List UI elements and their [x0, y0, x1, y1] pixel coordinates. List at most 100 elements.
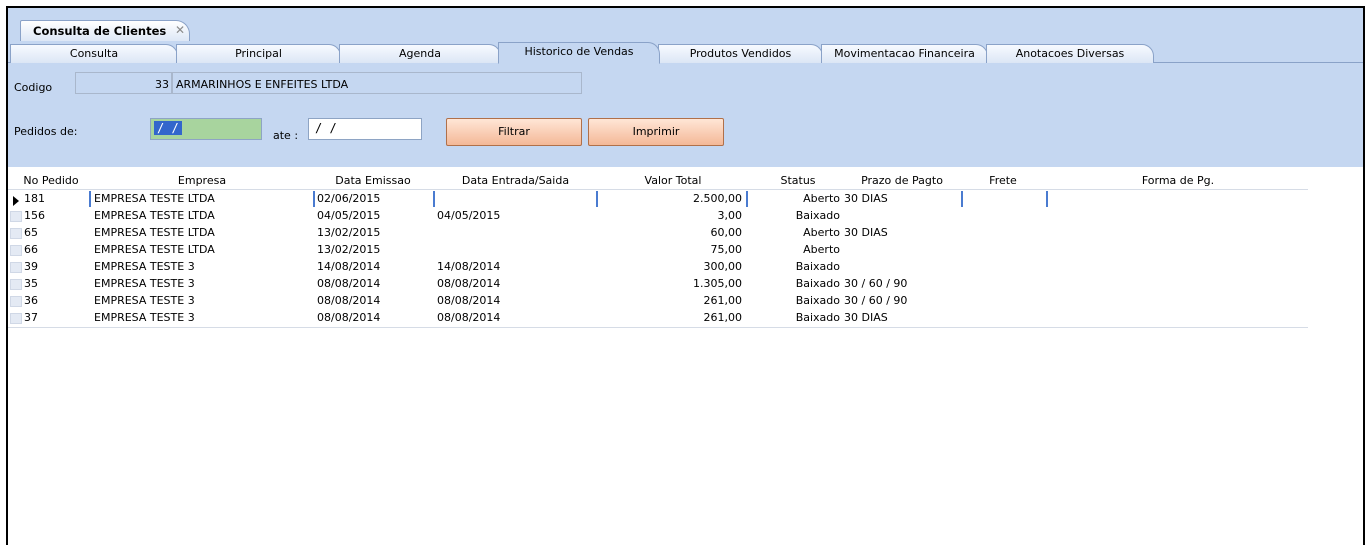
- cell-status: Baixado: [795, 311, 840, 324]
- codigo-value: 33: [155, 78, 169, 91]
- cell-pedido: 36: [24, 294, 38, 307]
- cliente-nome-value: ARMARINHOS E ENFEITES LTDA: [176, 78, 349, 91]
- column-header-prazo-pagto[interactable]: Prazo de Pagto: [842, 174, 962, 187]
- grid-header: No Pedido Empresa Data Emissao Data Entr…: [8, 172, 1308, 190]
- cell-prazo: 30 / 60 / 90: [844, 277, 908, 290]
- cell-valor: 2.500,00: [693, 192, 742, 205]
- cell-status: Aberto: [803, 192, 840, 205]
- window-frame: Consulta de Clientes ✕ Consulta Principa…: [6, 6, 1365, 545]
- cell-emissao: 08/08/2014: [317, 311, 381, 324]
- cell-divider: [1046, 191, 1048, 207]
- cell-empresa: EMPRESA TESTE LTDA: [94, 226, 215, 239]
- table-row[interactable]: 65 EMPRESA TESTE LTDA 13/02/2015 60,00 A…: [8, 225, 1308, 242]
- cell-divider: [433, 191, 435, 207]
- filtrar-button[interactable]: Filtrar: [446, 118, 582, 146]
- cell-divider: [746, 191, 748, 207]
- tab-strip: Consulta Principal Agenda Produtos Vendi…: [8, 41, 1363, 64]
- pedidos-de-value: / /: [154, 121, 182, 135]
- cell-valor: 300,00: [703, 260, 743, 273]
- cell-empresa: EMPRESA TESTE LTDA: [94, 209, 215, 222]
- cell-entrada: 08/08/2014: [437, 294, 501, 307]
- row-indicator: [10, 279, 22, 290]
- cell-emissao: 13/02/2015: [317, 243, 381, 256]
- tab-consulta[interactable]: Consulta: [10, 44, 178, 63]
- header-panel: Consulta de Clientes ✕ Consulta Principa…: [8, 8, 1363, 167]
- imprimir-button[interactable]: Imprimir: [588, 118, 724, 146]
- table-row[interactable]: 156 EMPRESA TESTE LTDA 04/05/2015 04/05/…: [8, 208, 1308, 225]
- row-indicator: [10, 194, 22, 206]
- column-header-data-emissao[interactable]: Data Emissao: [313, 174, 433, 187]
- cell-emissao: 13/02/2015: [317, 226, 381, 239]
- cell-valor: 75,00: [710, 243, 743, 256]
- cell-status: Aberto: [803, 226, 840, 239]
- cell-pedido: 66: [24, 243, 38, 256]
- cell-divider: [961, 191, 963, 207]
- cell-prazo: 30 DIAS: [844, 311, 888, 324]
- table-row[interactable]: 37 EMPRESA TESTE 3 08/08/2014 08/08/2014…: [8, 310, 1308, 327]
- cell-valor: 261,00: [703, 311, 743, 324]
- grid-bottom-line: [8, 327, 1308, 328]
- cell-emissao: 02/06/2015: [317, 192, 381, 205]
- cell-emissao: 04/05/2015: [317, 209, 381, 222]
- codigo-label: Codigo: [14, 81, 53, 94]
- row-indicator: [10, 245, 22, 256]
- tab-produtos-vendidos[interactable]: Produtos Vendidos: [658, 44, 823, 63]
- tab-principal[interactable]: Principal: [176, 44, 341, 63]
- cell-divider: [313, 191, 315, 207]
- cell-entrada: 08/08/2014: [437, 277, 501, 290]
- pedidos-de-input[interactable]: / /: [150, 118, 262, 140]
- table-row[interactable]: 181 EMPRESA TESTE LTDA 02/06/2015 2.500,…: [8, 191, 1308, 208]
- table-row[interactable]: 66 EMPRESA TESTE LTDA 13/02/2015 75,00 A…: [8, 242, 1308, 259]
- column-header-status[interactable]: Status: [756, 174, 840, 187]
- cell-valor: 3,00: [717, 209, 743, 222]
- cell-status: Baixado: [795, 260, 840, 273]
- tab-historico-de-vendas[interactable]: Historico de Vendas: [498, 42, 660, 64]
- table-row[interactable]: 35 EMPRESA TESTE 3 08/08/2014 08/08/2014…: [8, 276, 1308, 293]
- cell-emissao: 14/08/2014: [317, 260, 381, 273]
- row-indicator: [10, 313, 22, 324]
- cell-pedido: 181: [24, 192, 45, 205]
- tab-agenda[interactable]: Agenda: [339, 44, 501, 63]
- cell-status: Baixado: [795, 277, 840, 290]
- column-header-frete[interactable]: Frete: [963, 174, 1043, 187]
- cell-pedido: 156: [24, 209, 45, 222]
- cell-emissao: 08/08/2014: [317, 294, 381, 307]
- ate-input[interactable]: / /: [308, 118, 422, 140]
- cell-valor: 60,00: [710, 226, 743, 239]
- column-header-forma-pg[interactable]: Forma de Pg.: [1048, 174, 1308, 187]
- column-header-data-entrada-saida[interactable]: Data Entrada/Saida: [433, 174, 598, 187]
- cell-valor: 1.305,00: [693, 277, 742, 290]
- cell-pedido: 37: [24, 311, 38, 324]
- tab-anotacoes-diversas[interactable]: Anotacoes Diversas: [986, 44, 1154, 63]
- row-indicator: [10, 228, 22, 239]
- cell-empresa: EMPRESA TESTE 3: [94, 294, 195, 307]
- table-row[interactable]: 36 EMPRESA TESTE 3 08/08/2014 08/08/2014…: [8, 293, 1308, 310]
- cell-prazo: 30 DIAS: [844, 192, 888, 205]
- cell-empresa: EMPRESA TESTE 3: [94, 260, 195, 273]
- current-row-arrow-icon: [13, 196, 19, 206]
- cell-empresa: EMPRESA TESTE LTDA: [94, 192, 215, 205]
- cell-valor: 261,00: [703, 294, 743, 307]
- cell-pedido: 39: [24, 260, 38, 273]
- column-header-valor-total[interactable]: Valor Total: [598, 174, 748, 187]
- row-indicator: [10, 262, 22, 273]
- column-header-no-pedido[interactable]: No Pedido: [16, 174, 86, 187]
- ate-label: ate :: [273, 129, 299, 142]
- cell-prazo: 30 / 60 / 90: [844, 294, 908, 307]
- column-header-empresa[interactable]: Empresa: [91, 174, 313, 187]
- tab-movimentacao-financeira[interactable]: Movimentacao Financeira: [821, 44, 988, 63]
- document-tab-consulta-clientes[interactable]: Consulta de Clientes ✕: [20, 20, 190, 41]
- row-indicator: [10, 211, 22, 222]
- ate-value: / /: [315, 121, 337, 135]
- cell-status: Aberto: [803, 243, 840, 256]
- cell-empresa: EMPRESA TESTE 3: [94, 311, 195, 324]
- table-row[interactable]: 39 EMPRESA TESTE 3 14/08/2014 14/08/2014…: [8, 259, 1308, 276]
- cell-entrada: 14/08/2014: [437, 260, 501, 273]
- close-icon[interactable]: ✕: [175, 23, 185, 37]
- cell-emissao: 08/08/2014: [317, 277, 381, 290]
- cell-empresa: EMPRESA TESTE 3: [94, 277, 195, 290]
- row-indicator: [10, 296, 22, 307]
- document-tab-label: Consulta de Clientes: [33, 24, 167, 38]
- pedidos-de-label: Pedidos de:: [14, 125, 78, 138]
- cell-empresa: EMPRESA TESTE LTDA: [94, 243, 215, 256]
